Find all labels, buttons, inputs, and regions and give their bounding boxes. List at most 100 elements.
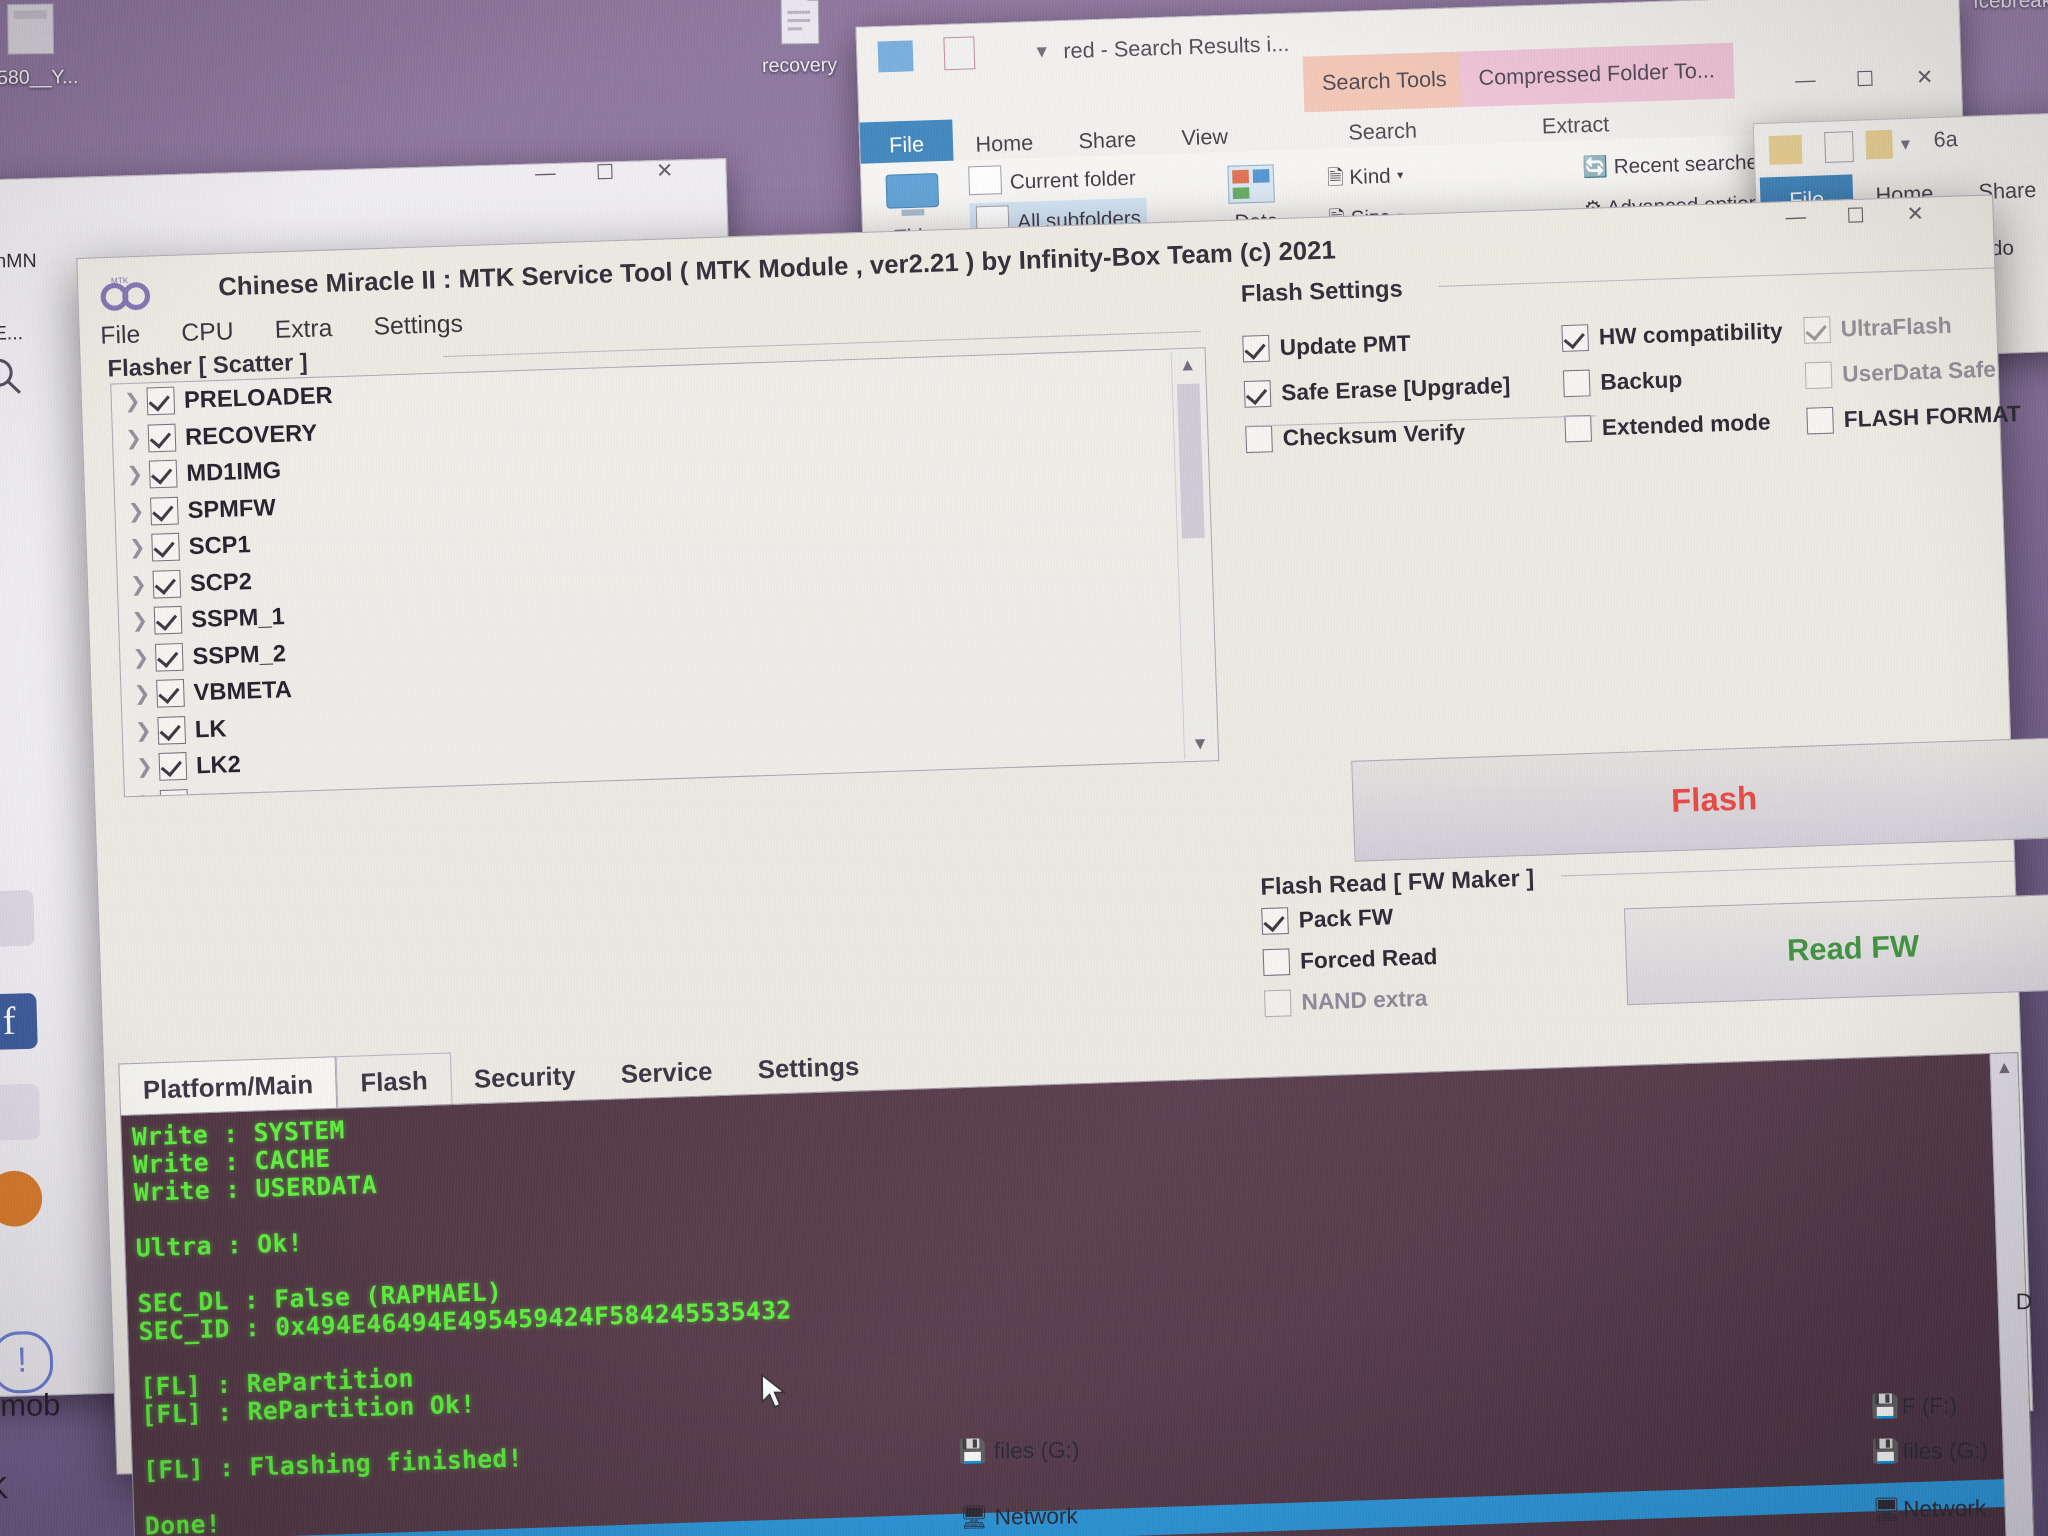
- search-icon[interactable]: [0, 352, 27, 401]
- chevron-right-icon[interactable]: ❯: [129, 536, 146, 560]
- tab-flash[interactable]: Flash: [335, 1052, 453, 1112]
- flash-read-checkbox[interactable]: Forced Read: [1262, 943, 1438, 977]
- nav-item-network-2[interactable]: 🖥Network: [1872, 1495, 1986, 1523]
- partition-list[interactable]: ❯ PRELOADER ❯ RECOVERY ❯ MD1IMG ❯ SPMFW ❯ SCP1 ❯ SC…: [110, 347, 1220, 798]
- bubble-icon[interactable]: [0, 1170, 43, 1228]
- contextual-tab-search-tools[interactable]: Search Tools: [1302, 51, 1467, 113]
- menu-cpu[interactable]: CPU: [181, 318, 234, 349]
- checkbox-icon[interactable]: [1245, 425, 1273, 454]
- chevron-right-icon[interactable]: ❯: [135, 719, 152, 743]
- desktop-icon-4glte[interactable]: 4G LTE...: [0, 321, 85, 347]
- checkbox-icon[interactable]: [1564, 414, 1593, 443]
- chevron-down-icon[interactable]: ▾: [1900, 133, 1910, 155]
- info-icon[interactable]: !: [0, 1330, 54, 1395]
- menu-extra[interactable]: Extra: [274, 314, 333, 345]
- kind-filter[interactable]: 🗎 Kind ▾: [1327, 161, 1405, 198]
- music-icon[interactable]: [0, 1083, 41, 1141]
- menu-file[interactable]: File: [100, 321, 141, 351]
- partition-label: BOOT: [197, 786, 266, 797]
- flash-setting-checkbox[interactable]: FLASH FORMAT: [1806, 401, 2021, 435]
- desktop-icon-mkwfmmn[interactable]: MkWfmMN: [0, 249, 84, 275]
- partition-checkbox[interactable]: [154, 642, 184, 672]
- checkbox-icon[interactable]: [1262, 948, 1291, 977]
- date-modified-icon[interactable]: [1224, 161, 1279, 208]
- checkbox-icon[interactable]: [1242, 334, 1270, 363]
- read-fw-button-label: Read FW: [1786, 929, 1920, 968]
- partition-checkbox[interactable]: [146, 386, 176, 416]
- flash-setting-checkbox[interactable]: HW compatibility: [1561, 318, 1783, 352]
- partition-checkbox[interactable]: [152, 569, 182, 599]
- scroll-down-icon[interactable]: ▼: [1184, 729, 1216, 759]
- app-menubar[interactable]: File CPU Extra Settings: [100, 310, 463, 351]
- partition-checkbox[interactable]: [151, 533, 180, 562]
- flash-setting-checkbox[interactable]: Update PMT: [1242, 330, 1411, 363]
- chevron-right-icon[interactable]: ❯: [126, 463, 143, 487]
- partition-checkbox[interactable]: [157, 715, 187, 745]
- chevron-right-icon[interactable]: ❯: [134, 682, 151, 706]
- partition-checkbox[interactable]: [156, 679, 185, 708]
- desktop-icon-recovery[interactable]: recovery: [726, 0, 871, 79]
- chevron-right-icon[interactable]: ❯: [132, 646, 149, 670]
- flash-read-panel[interactable]: Pack FW Forced Read NAND extra: [1261, 896, 1615, 1041]
- nav-item-network[interactable]: 🖥 Network: [959, 1503, 1077, 1531]
- background-window-left-controls[interactable]: — ☐ ✕: [515, 146, 696, 199]
- partition-checkbox[interactable]: [148, 459, 178, 489]
- chevron-right-icon[interactable]: ❯: [125, 427, 142, 451]
- contextual-tab-compressed-folder[interactable]: Compressed Folder To...: [1459, 42, 1735, 108]
- partition-checkbox[interactable]: [153, 606, 183, 635]
- flash-read-checkbox[interactable]: Pack FW: [1261, 904, 1394, 935]
- checkbox-icon[interactable]: [1561, 324, 1590, 352]
- scroll-thumb[interactable]: [1176, 383, 1205, 539]
- current-folder-option[interactable]: Current folder: [968, 161, 1136, 196]
- nav-item-drive-d[interactable]: D: [2016, 1288, 2033, 1315]
- partition-checkbox[interactable]: [159, 788, 189, 798]
- mtk-service-tool-window[interactable]: MTK Chinese Miracle II : MTK Service Too…: [76, 194, 2048, 1536]
- close-icon[interactable]: ✕: [634, 146, 695, 195]
- checkbox-icon[interactable]: [1806, 406, 1834, 435]
- scroll-down-icon[interactable]: ▼: [2006, 1527, 2034, 1536]
- close-icon[interactable]: ✕: [1885, 189, 1946, 238]
- flash-setting-checkbox: UltraFlash: [1803, 312, 1952, 344]
- maximize-icon[interactable]: ☐: [1834, 54, 1895, 103]
- chevron-down-icon[interactable]: ▾: [1036, 38, 1047, 64]
- chevron-right-icon[interactable]: ❯: [130, 573, 147, 597]
- flash-settings-panel[interactable]: Update PMT Safe Erase [Upgrade] Checksum V…: [1242, 311, 2021, 737]
- chevron-right-icon[interactable]: ❯: [137, 792, 154, 797]
- nav-item-files-g[interactable]: 💾 files (G:): [959, 1437, 1080, 1465]
- maximize-icon[interactable]: ☐: [574, 147, 635, 196]
- chevron-right-icon[interactable]: ❯: [131, 609, 148, 633]
- desktop-icon-6580[interactable]: 6580__Y...: [0, 0, 105, 92]
- partition-checkbox[interactable]: [150, 496, 179, 526]
- checkbox-icon[interactable]: [1562, 369, 1591, 398]
- quickaccess-check-icon[interactable]: [943, 36, 976, 71]
- partition-checkbox[interactable]: [158, 752, 188, 782]
- close-icon[interactable]: ✕: [1894, 52, 1955, 101]
- minimize-icon[interactable]: —: [1775, 56, 1836, 105]
- scroll-up-icon[interactable]: ▲: [1172, 350, 1204, 380]
- chevron-right-icon[interactable]: ❯: [136, 756, 153, 780]
- app-window-controls[interactable]: — ☐ ✕: [1765, 189, 1946, 242]
- nav-item-files-g-2[interactable]: 💾 files (G:): [1871, 1437, 1988, 1465]
- nav-item-drive-f[interactable]: 💾 F (F:): [1871, 1392, 1958, 1420]
- minimize-icon[interactable]: —: [515, 149, 576, 198]
- chevron-right-icon[interactable]: ❯: [127, 500, 145, 524]
- this-pc-icon[interactable]: [880, 169, 946, 225]
- minimize-icon[interactable]: —: [1765, 193, 1826, 242]
- flash-button[interactable]: Flash: [1351, 736, 2048, 862]
- app-tile-icon[interactable]: [0, 890, 35, 948]
- maximize-icon[interactable]: ☐: [1825, 191, 1886, 240]
- facebook-icon[interactable]: f: [0, 993, 38, 1051]
- chevron-right-icon[interactable]: ❯: [124, 390, 141, 414]
- partition-checkbox[interactable]: [147, 423, 177, 453]
- explorer-window-controls[interactable]: — ☐ ✕: [1775, 52, 1956, 105]
- flash-setting-checkbox[interactable]: Safe Erase [Upgrade]: [1243, 372, 1511, 408]
- menu-settings[interactable]: Settings: [373, 310, 463, 342]
- flash-setting-checkbox[interactable]: Backup: [1562, 366, 1683, 398]
- checkbox-icon[interactable]: [1824, 131, 1854, 163]
- read-fw-button[interactable]: Read FW: [1624, 893, 2048, 1006]
- scroll-up-icon[interactable]: ▲: [1991, 1053, 2019, 1083]
- checkbox-icon[interactable]: [1243, 380, 1272, 408]
- flash-setting-checkbox[interactable]: Extended mode: [1564, 409, 1771, 443]
- partition-rows[interactable]: ❯ PRELOADER ❯ RECOVERY ❯ MD1IMG ❯ SPMFW ❯ SCP1 ❯ SC…: [111, 348, 1219, 798]
- checkbox-icon[interactable]: [1261, 907, 1289, 935]
